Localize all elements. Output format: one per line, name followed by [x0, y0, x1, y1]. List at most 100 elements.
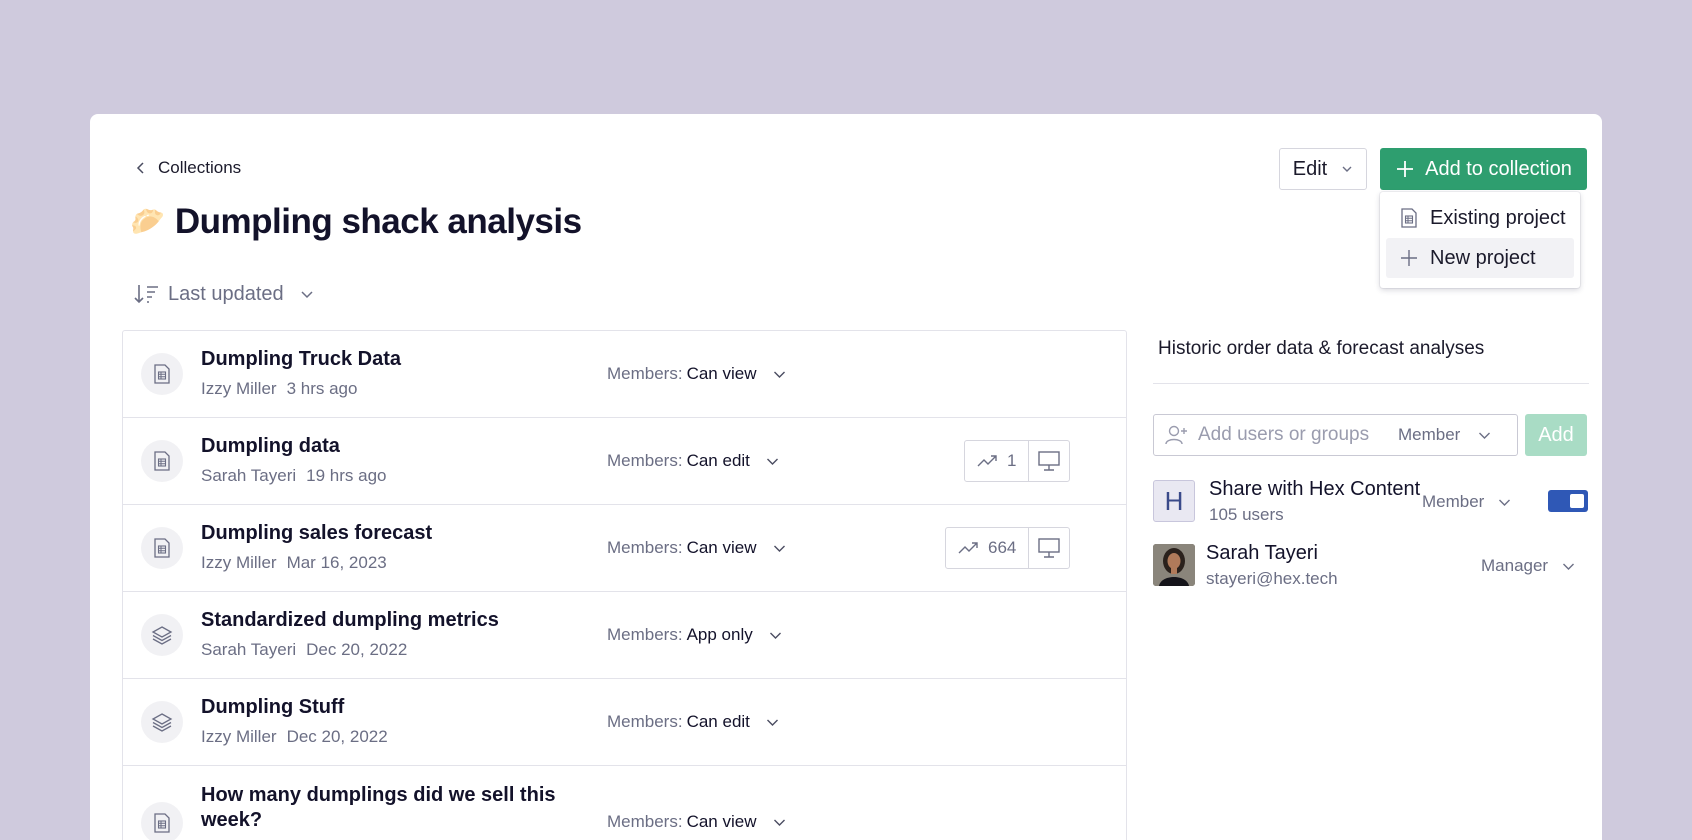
- sort-descending-icon: [134, 285, 158, 304]
- group-avatar: H: [1153, 480, 1195, 522]
- add-to-collection-button[interactable]: Add to collection: [1380, 148, 1587, 190]
- share-toggle[interactable]: [1548, 490, 1588, 512]
- trend-up-icon: [977, 455, 997, 467]
- add-user-icon: [1165, 425, 1187, 445]
- permission-value: Can view: [686, 538, 757, 557]
- notebook-icon: [1401, 208, 1417, 228]
- project-row[interactable]: Dumpling Stuff Izzy Miller Dec 20, 2022 …: [123, 679, 1126, 766]
- chevron-down-icon: [769, 632, 781, 639]
- members-permission-select[interactable]: Members: App only: [607, 625, 782, 645]
- project-row[interactable]: Dumpling data Sarah Tayeri 19 hrs ago Me…: [123, 418, 1126, 505]
- project-stats: 1: [964, 440, 1071, 482]
- back-link-label: Collections: [158, 158, 242, 177]
- menu-item-label: Existing project: [1430, 206, 1566, 229]
- user-role-value: Manager: [1481, 556, 1549, 575]
- project-owner: Sarah Tayeri: [201, 640, 297, 659]
- members-permission-select[interactable]: Members: Can edit: [607, 451, 779, 471]
- layers-icon: [141, 701, 183, 743]
- permission-value: Can edit: [686, 712, 750, 731]
- permission-value: App only: [686, 625, 753, 644]
- project-row[interactable]: Dumpling sales forecast Izzy Miller Mar …: [123, 505, 1126, 592]
- menu-item-new-project[interactable]: New project: [1386, 238, 1574, 278]
- members-label: Members:: [607, 538, 683, 557]
- invite-field: Member: [1153, 414, 1518, 456]
- members-label: Members:: [607, 812, 683, 831]
- project-name[interactable]: Dumpling sales forecast: [201, 522, 432, 545]
- trend-up-icon: [958, 542, 978, 554]
- project-name[interactable]: Dumpling data: [201, 435, 340, 458]
- project-name[interactable]: How many dumplings did we sell this week…: [201, 783, 561, 833]
- avatar: [1153, 544, 1195, 586]
- back-to-collections-link[interactable]: Collections: [134, 158, 241, 178]
- user-photo-icon: [1153, 544, 1195, 586]
- chevron-down-icon: [766, 719, 778, 726]
- views-count: 664: [988, 538, 1017, 557]
- project-name[interactable]: Standardized dumpling metrics: [201, 609, 499, 632]
- project-updated: 3 hrs ago: [286, 379, 358, 398]
- members-permission-select[interactable]: Members: Can view: [607, 364, 786, 384]
- project-name[interactable]: Dumpling Stuff: [201, 696, 344, 719]
- sort-label: Last updated: [168, 282, 284, 305]
- project-owner: Izzy Miller: [201, 727, 277, 746]
- chevron-down-icon: [766, 458, 778, 465]
- invite-role-value: Member: [1398, 425, 1461, 444]
- group-role-select[interactable]: Member: [1422, 492, 1511, 512]
- notebook-icon: [141, 527, 183, 569]
- dumpling-emoji-icon: 🥟: [130, 206, 165, 237]
- views-count-button[interactable]: 1: [965, 441, 1030, 481]
- invite-role-select[interactable]: Member: [1398, 425, 1491, 445]
- project-updated: 19 hrs ago: [306, 466, 387, 485]
- group-role-value: Member: [1422, 492, 1485, 511]
- divider: [1153, 383, 1589, 384]
- project-row[interactable]: How many dumplings did we sell this week…: [123, 766, 1126, 840]
- monitor-icon: [1038, 538, 1061, 558]
- menu-item-label: New project: [1430, 246, 1536, 269]
- add-to-collection-menu: Existing project New project: [1380, 192, 1580, 288]
- notebook-icon: [141, 440, 183, 482]
- edit-button-label: Edit: [1292, 157, 1328, 180]
- plus-icon: [1397, 161, 1414, 177]
- open-app-button[interactable]: [1029, 528, 1069, 568]
- project-owner: Sarah Tayeri: [201, 466, 297, 485]
- monitor-icon: [1038, 451, 1061, 471]
- add-user-button[interactable]: Add: [1525, 414, 1587, 456]
- project-row[interactable]: Standardized dumpling metrics Sarah Taye…: [123, 592, 1126, 679]
- menu-item-existing-project[interactable]: Existing project: [1386, 198, 1574, 238]
- group-user-count: 105 users: [1209, 505, 1284, 524]
- project-stats: 664: [945, 527, 1071, 569]
- chevron-down-icon: [773, 371, 785, 378]
- views-count: 1: [1007, 451, 1017, 470]
- plus-icon: [1401, 250, 1417, 266]
- members-permission-select[interactable]: Members: Can edit: [607, 712, 779, 732]
- project-meta: Izzy Miller Dec 20, 2022: [201, 727, 388, 747]
- collection-description: Historic order data & forecast analyses: [1158, 338, 1485, 359]
- project-owner: Izzy Miller: [201, 553, 277, 572]
- members-permission-select[interactable]: Members: Can view: [607, 538, 786, 558]
- chevron-down-icon: [773, 545, 785, 552]
- user-role-select[interactable]: Manager: [1481, 556, 1575, 576]
- permission-value: Can view: [686, 812, 757, 831]
- members-permission-select[interactable]: Members: Can view: [607, 812, 786, 832]
- chevron-down-icon: [1479, 432, 1491, 439]
- project-meta: Izzy Miller Mar 16, 2023: [201, 553, 387, 573]
- add-to-collection-label: Add to collection: [1425, 157, 1572, 180]
- open-app-button[interactable]: [1029, 441, 1069, 481]
- page-title-row: 🥟 Dumpling shack analysis: [130, 202, 582, 242]
- members-label: Members:: [607, 364, 683, 383]
- chevron-left-icon: [136, 162, 144, 174]
- chevron-down-icon: [1499, 499, 1511, 506]
- project-meta: Sarah Tayeri 19 hrs ago: [201, 466, 386, 486]
- permission-value: Can view: [686, 364, 757, 383]
- project-updated: Dec 20, 2022: [286, 727, 388, 746]
- group-share-row: H Share with Hex Content 105 users Membe…: [1153, 478, 1589, 524]
- edit-button[interactable]: Edit: [1279, 148, 1367, 190]
- add-users-input[interactable]: [1198, 424, 1388, 446]
- permission-value: Can edit: [686, 451, 750, 470]
- project-row[interactable]: Dumpling Truck Data Izzy Miller 3 hrs ag…: [123, 331, 1126, 418]
- views-count-button[interactable]: 664: [946, 528, 1030, 568]
- project-updated: Dec 20, 2022: [306, 640, 408, 659]
- project-name[interactable]: Dumpling Truck Data: [201, 348, 401, 371]
- notebook-icon: [141, 353, 183, 395]
- sort-dropdown[interactable]: Last updated: [134, 282, 314, 306]
- toggle-knob: [1570, 494, 1584, 508]
